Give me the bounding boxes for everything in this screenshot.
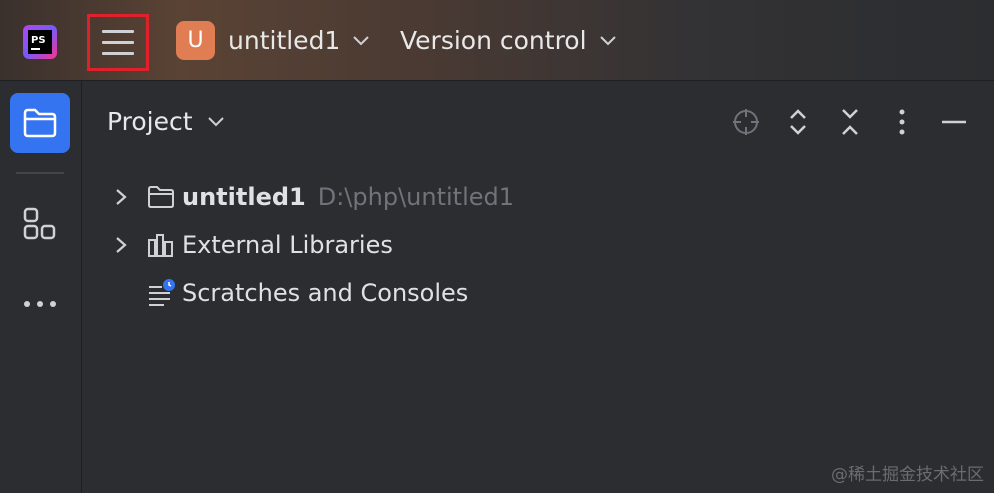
project-tool-button[interactable] [10, 93, 70, 153]
tree-item-scratches[interactable]: Scratches and Consoles [110, 273, 468, 313]
app-logo-text: PS [31, 35, 46, 46]
tree-item-label: Scratches and Consoles [182, 279, 469, 307]
expand-all-icon[interactable] [781, 105, 815, 139]
tree-item-label: untitled1 [182, 183, 306, 211]
collapse-all-icon[interactable] [833, 105, 867, 139]
tree-item-label: External Libraries [182, 231, 393, 259]
tool-window-bar [0, 81, 82, 493]
libraries-icon [148, 234, 173, 257]
watermark: @稀土掘金技术社区 [831, 465, 984, 485]
options-icon[interactable] [885, 105, 919, 139]
chevron-right-icon[interactable] [110, 186, 132, 208]
tree-item-path: D:\php\untitled1 [317, 183, 514, 211]
panel-title-label: Project [107, 107, 193, 136]
chevron-right-icon[interactable] [110, 234, 132, 256]
more-icon[interactable] [20, 289, 60, 319]
folder-icon [23, 108, 57, 138]
locate-icon[interactable] [729, 105, 763, 139]
tree-item-untitled1[interactable]: untitled1 D:\php\untitled1 [110, 177, 514, 217]
chevron-down-icon [353, 35, 370, 45]
chevron-down-icon [207, 116, 224, 126]
version-control-menu[interactable]: Version control [400, 26, 617, 55]
title-bar: PS U untitled1 Version control [0, 0, 994, 81]
hide-icon[interactable] [937, 105, 971, 139]
project-selector[interactable]: untitled1 [228, 26, 370, 55]
project-badge[interactable]: U [176, 21, 215, 60]
tree-item-external-libraries[interactable]: External Libraries [110, 225, 393, 265]
chevron-down-icon [599, 35, 616, 45]
hamburger-menu-icon[interactable] [87, 14, 149, 71]
folder-icon [148, 186, 174, 208]
vcs-label: Version control [400, 26, 587, 55]
panel-title[interactable]: Project [107, 107, 225, 136]
structure-icon[interactable] [20, 204, 60, 244]
scratches-icon [149, 279, 175, 306]
sidebar-divider [16, 172, 64, 174]
phpstorm-logo-icon[interactable]: PS [23, 25, 57, 59]
project-name: untitled1 [228, 26, 341, 55]
